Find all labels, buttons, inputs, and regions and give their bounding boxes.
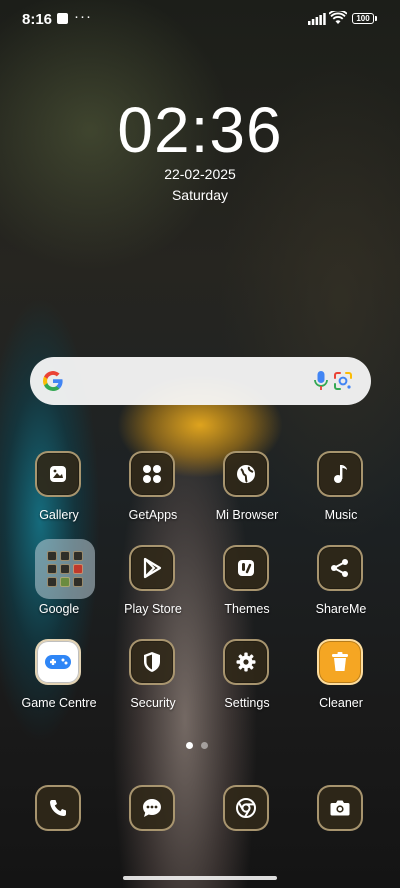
page-dot-inactive [201, 742, 208, 749]
gear-icon [223, 639, 269, 685]
app-security[interactable]: Security [107, 639, 199, 719]
app-music[interactable]: Music [295, 451, 387, 531]
chrome-icon [236, 798, 256, 818]
gamepad-icon [35, 639, 81, 685]
getapps-icon [129, 451, 175, 497]
camera-icon [330, 800, 350, 816]
app-shareme[interactable]: ShareMe [295, 545, 387, 625]
page-indicator [186, 736, 216, 754]
trash-bin-icon [317, 639, 363, 685]
app-label: ShareMe [315, 602, 367, 616]
shield-icon [129, 639, 175, 685]
clock-date: 22-02-2025 [164, 166, 236, 182]
app-play-store[interactable]: Play Store [107, 545, 199, 625]
battery-icon: 100 [352, 13, 374, 24]
google-lens-icon[interactable] [332, 370, 354, 392]
message-icon [143, 799, 161, 817]
app-getapps[interactable]: GetApps [107, 451, 199, 531]
themes-icon [223, 545, 269, 591]
phone-icon [50, 800, 66, 816]
clock-day: Saturday [171, 187, 229, 203]
status-time: 8:16 [22, 11, 53, 28]
dock-phone[interactable] [35, 785, 81, 831]
home-gesture-bar[interactable] [123, 876, 277, 880]
status-bar: 8:16 ··· 100 [0, 0, 400, 40]
globe-icon [223, 451, 269, 497]
folder-icon [35, 539, 95, 599]
app-game-centre[interactable]: Game Centre [13, 639, 105, 719]
app-label: Cleaner [319, 696, 363, 710]
battery-tip [375, 16, 377, 21]
microphone-icon[interactable] [313, 369, 329, 393]
app-cleaner[interactable]: Cleaner [295, 639, 387, 719]
app-themes[interactable]: Themes [201, 545, 293, 625]
google-search-bar[interactable] [30, 357, 371, 405]
clock-time[interactable]: 02:36 [0, 92, 400, 168]
dock-messages[interactable] [129, 785, 175, 831]
battery-level: 100 [356, 14, 370, 23]
app-google-folder[interactable]: Google [13, 539, 105, 625]
music-note-icon [317, 451, 363, 497]
google-logo-icon [42, 371, 63, 392]
app-gallery[interactable]: Gallery [13, 451, 105, 531]
notification-square-icon [57, 13, 68, 24]
dock-camera[interactable] [317, 785, 363, 831]
wifi-icon [329, 11, 347, 24]
gallery-icon [35, 451, 81, 497]
play-store-icon [129, 545, 175, 591]
signal-icon [308, 13, 326, 25]
dock-chrome[interactable] [223, 785, 269, 831]
more-notifications-icon: ··· [74, 8, 92, 25]
app-settings[interactable]: Settings [201, 639, 293, 719]
share-icon [317, 545, 363, 591]
page-dot-active [186, 742, 193, 749]
app-label: Music [324, 508, 358, 522]
app-mi-browser[interactable]: Mi Browser [201, 451, 293, 531]
